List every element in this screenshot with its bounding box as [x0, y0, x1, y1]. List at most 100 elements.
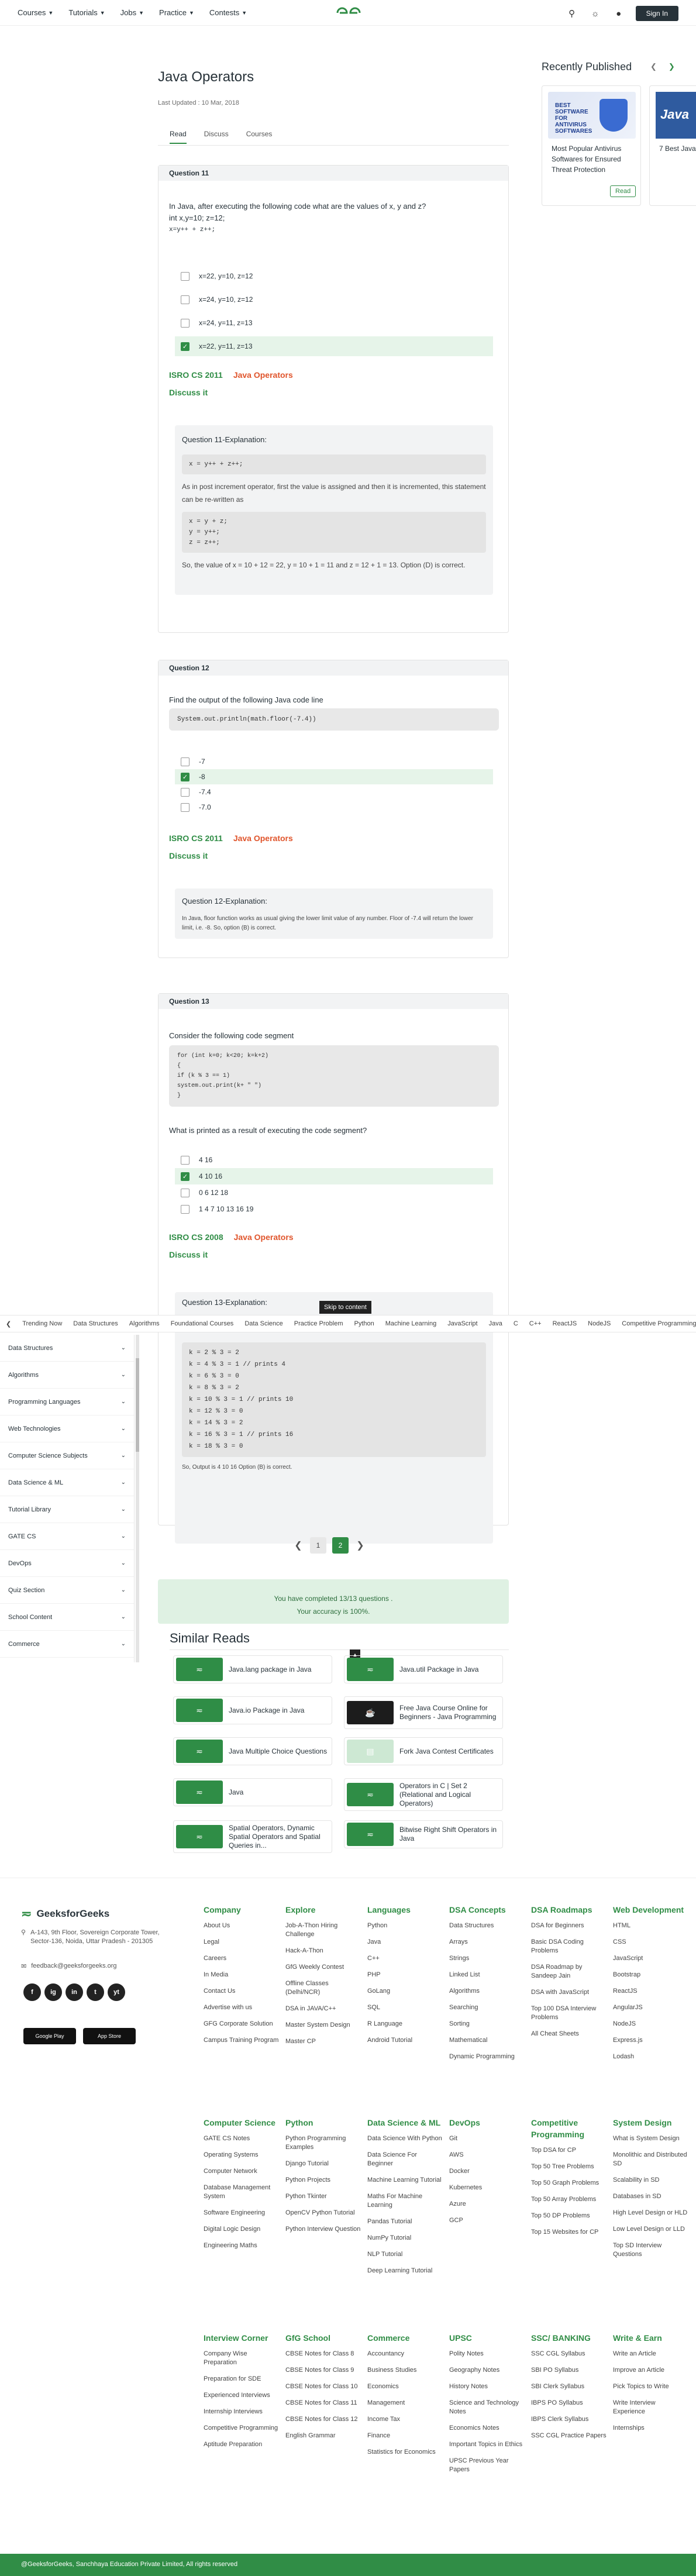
footer-link[interactable]: Competitive Programming: [204, 2424, 280, 2433]
footer-link[interactable]: Income Tax: [367, 2415, 443, 2424]
footer-link[interactable]: Computer Network: [204, 2167, 280, 2176]
footer-link[interactable]: SSC CGL Practice Papers: [531, 2432, 607, 2440]
topic-tag[interactable]: Java Operators: [233, 370, 293, 380]
theme-toggle-icon[interactable]: ☼: [589, 7, 602, 20]
page-button[interactable]: 1: [310, 1537, 326, 1554]
similar-read-card[interactable]: ▤ Fork Java Contest Certificates: [344, 1737, 503, 1765]
tab-discuss[interactable]: Discuss: [204, 130, 229, 144]
answer-option[interactable]: x=22, y=10, z=12: [175, 266, 493, 286]
footer-link[interactable]: Linked List: [449, 1971, 525, 1979]
leftnav-item[interactable]: Quiz Section ⌄: [0, 1577, 134, 1604]
trending-item[interactable]: ReactJS: [553, 1320, 577, 1327]
answer-option[interactable]: 4 16: [175, 1152, 493, 1168]
footer-link[interactable]: CBSE Notes for Class 8: [285, 2350, 361, 2358]
leftnav-item[interactable]: DevOps ⌄: [0, 1550, 134, 1577]
answer-option[interactable]: -7.0: [175, 800, 493, 815]
footer-link[interactable]: NodeJS: [613, 2020, 689, 2029]
footer-link[interactable]: Python Programming Examples: [285, 2134, 361, 2152]
footer-link[interactable]: CBSE Notes for Class 11: [285, 2399, 361, 2408]
footer-link[interactable]: Kubernetes: [449, 2184, 525, 2192]
footer-link[interactable]: Data Science With Python: [367, 2134, 443, 2143]
chevron-left-icon[interactable]: ❮: [6, 1320, 11, 1328]
similar-read-card[interactable]: ≂ Java.lang package in Java: [173, 1655, 332, 1683]
trending-item[interactable]: Java: [489, 1320, 502, 1327]
answer-option[interactable]: x=24, y=10, z=12: [175, 290, 493, 309]
read-button[interactable]: Read: [610, 185, 636, 197]
answer-option[interactable]: x=24, y=11, z=13: [175, 313, 493, 333]
answer-option[interactable]: 1 4 7 10 13 16 19: [175, 1201, 493, 1217]
footer-link[interactable]: Sorting: [449, 2020, 525, 2029]
footer-link[interactable]: Data Science For Beginner: [367, 2151, 443, 2168]
trending-item[interactable]: Trending Now: [22, 1320, 62, 1327]
exam-tag[interactable]: ISRO CS 2011: [169, 834, 223, 843]
footer-link[interactable]: English Grammar: [285, 2432, 361, 2440]
footer-link[interactable]: Python: [367, 1921, 443, 1930]
answer-option[interactable]: -7: [175, 754, 493, 769]
trending-item[interactable]: Data Structures: [73, 1320, 118, 1327]
footer-link[interactable]: DSA in JAVA/C++: [285, 2005, 361, 2013]
menu-contests[interactable]: Contests ▼: [209, 8, 247, 17]
footer-link[interactable]: DSA for Beginners: [531, 1921, 607, 1930]
footer-link[interactable]: Arrays: [449, 1938, 525, 1947]
footer-link[interactable]: Advertise with us: [204, 2003, 280, 2012]
scrollbar-thumb[interactable]: [136, 1358, 139, 1452]
footer-link[interactable]: Database Management System: [204, 2184, 280, 2201]
similar-read-card[interactable]: ≂ Java.io Package in Java: [173, 1696, 332, 1724]
leftnav-item[interactable]: Algorithms ⌄: [0, 1362, 134, 1389]
footer-link[interactable]: CBSE Notes for Class 12: [285, 2415, 361, 2424]
footer-link[interactable]: AngularJS: [613, 2003, 689, 2012]
instagram-icon[interactable]: ig: [44, 1983, 62, 2001]
footer-link[interactable]: Deep Learning Tutorial: [367, 2267, 443, 2275]
footer-link[interactable]: Internship Interviews: [204, 2408, 280, 2416]
footer-email[interactable]: ✉ feedback@geeksforgeeks.org: [21, 1962, 117, 1970]
footer-link[interactable]: Dynamic Programming: [449, 2052, 525, 2061]
checkbox[interactable]: [181, 1204, 189, 1214]
footer-link[interactable]: Accountancy: [367, 2350, 443, 2358]
footer-link[interactable]: CBSE Notes for Class 9: [285, 2366, 361, 2375]
footer-link[interactable]: DSA with JavaScript: [531, 1988, 607, 1997]
footer-link[interactable]: Write Interview Experience: [613, 2399, 689, 2416]
footer-link[interactable]: History Notes: [449, 2382, 525, 2391]
chevron-left-icon[interactable]: ❮: [292, 1540, 304, 1551]
topic-tag[interactable]: Java Operators: [234, 1232, 294, 1242]
checkbox[interactable]: [181, 295, 189, 304]
similar-read-card[interactable]: ≂ Java Multiple Choice Questions: [173, 1737, 332, 1765]
leftnav-item[interactable]: Commerce ⌄: [0, 1631, 134, 1658]
footer-link[interactable]: IBPS Clerk Syllabus: [531, 2415, 607, 2424]
discuss-link[interactable]: Discuss it: [169, 851, 208, 860]
similar-read-card[interactable]: ≂ Java.util Package in Java: [344, 1655, 503, 1683]
footer-link[interactable]: Basic DSA Coding Problems: [531, 1938, 607, 1955]
similar-read-card[interactable]: ≂ Spatial Operators, Dynamic Spatial Oper…: [173, 1820, 332, 1853]
footer-link[interactable]: GoLang: [367, 1987, 443, 1996]
footer-link[interactable]: Python Interview Question: [285, 2225, 361, 2234]
leftnav-item[interactable]: Tutorial Library ⌄: [0, 1496, 134, 1523]
footer-link[interactable]: GfG Weekly Contest: [285, 1963, 361, 1972]
footer-link[interactable]: Machine Learning Tutorial: [367, 2176, 443, 2185]
footer-link[interactable]: Bootstrap: [613, 1971, 689, 1979]
footer-link[interactable]: Python Projects: [285, 2176, 361, 2185]
youtube-icon[interactable]: yt: [108, 1983, 125, 2001]
footer-link[interactable]: UPSC Previous Year Papers: [449, 2457, 525, 2474]
footer-link[interactable]: Pick Topics to Write: [613, 2382, 689, 2391]
footer-link[interactable]: Important Topics in Ethics: [449, 2440, 525, 2449]
footer-link[interactable]: Strings: [449, 1954, 525, 1963]
trending-item[interactable]: Competitive Programming: [622, 1320, 696, 1327]
similar-read-card[interactable]: ≂ Bitwise Right Shift Operators in Java: [344, 1820, 503, 1848]
footer-link[interactable]: Maths For Machine Learning: [367, 2192, 443, 2210]
check-icon[interactable]: ✓: [181, 1172, 189, 1181]
discuss-link[interactable]: Discuss it: [169, 1250, 208, 1259]
footer-link[interactable]: Finance: [367, 2432, 443, 2440]
footer-link[interactable]: Operating Systems: [204, 2151, 280, 2160]
footer-link[interactable]: Scalability in SD: [613, 2176, 689, 2185]
facebook-icon[interactable]: f: [23, 1983, 41, 2001]
checkbox[interactable]: [181, 271, 189, 281]
checkbox[interactable]: [181, 1155, 189, 1165]
footer-link[interactable]: R Language: [367, 2020, 443, 2029]
gfg-logo-icon[interactable]: [334, 5, 363, 21]
footer-link[interactable]: About Us: [204, 1921, 280, 1930]
trending-item[interactable]: C++: [529, 1320, 542, 1327]
search-icon[interactable]: ⚲: [566, 7, 578, 20]
trending-item[interactable]: Practice Problem: [294, 1320, 343, 1327]
footer-link[interactable]: HTML: [613, 1921, 689, 1930]
chevron-right-icon[interactable]: ❯: [669, 62, 675, 71]
